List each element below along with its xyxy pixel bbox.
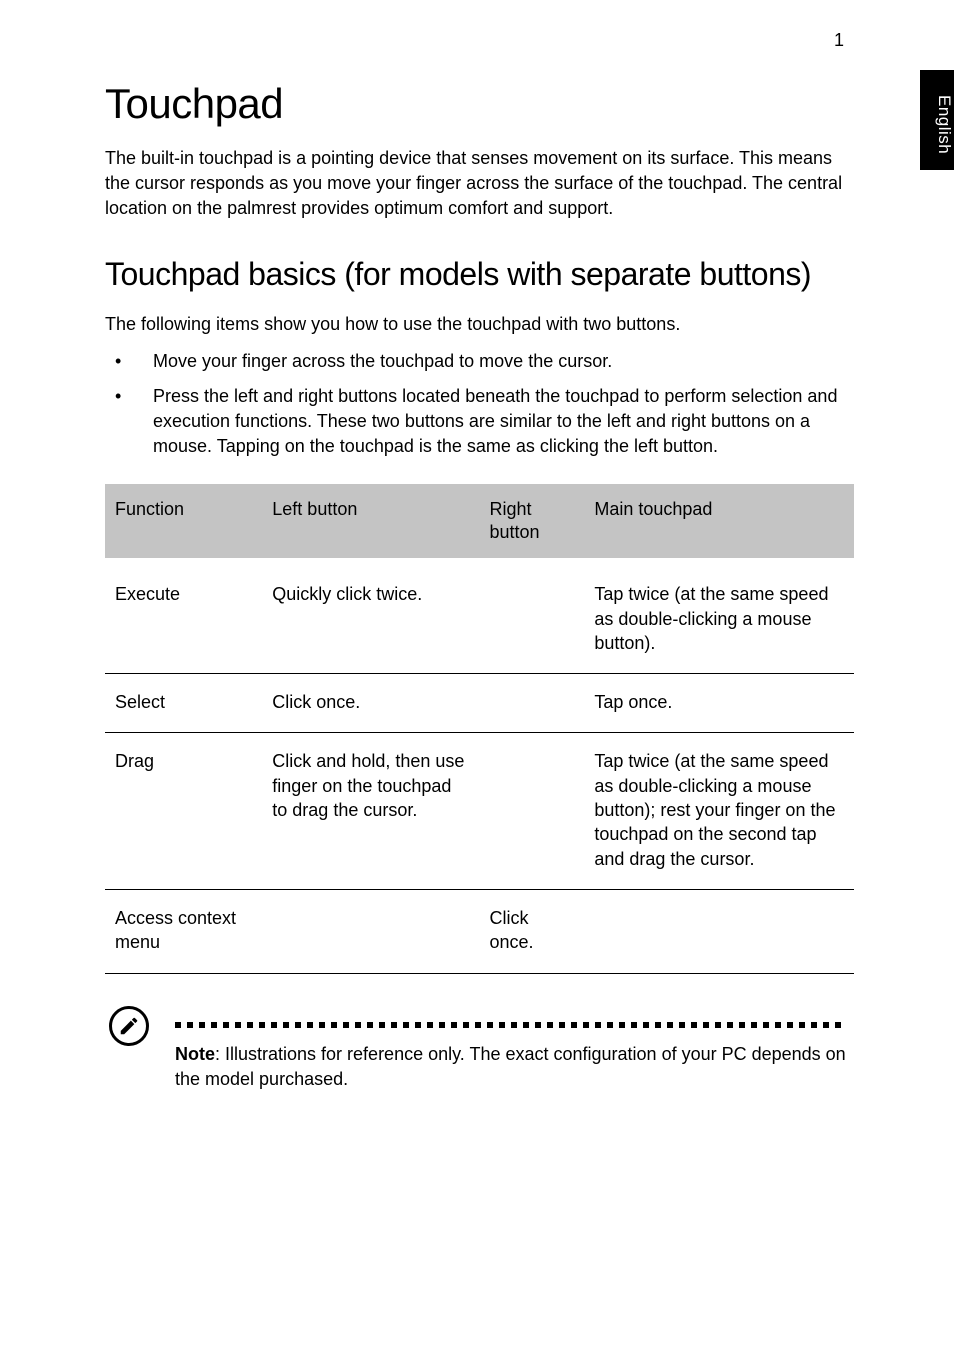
- table-header-left-button: Left button: [262, 484, 479, 559]
- note-label: Note: [175, 1044, 215, 1064]
- page-number: 1: [834, 30, 844, 51]
- document-page: 1 English Touchpad The built-in touchpad…: [0, 0, 954, 1152]
- section-paragraph: The following items show you how to use …: [105, 312, 854, 337]
- note-body: : Illustrations for reference only. The …: [175, 1044, 846, 1089]
- note-icon: [109, 1006, 149, 1046]
- note-icon-wrap: [105, 1004, 175, 1046]
- table-row: Drag Click and hold, then use finger on …: [105, 733, 854, 889]
- table-cell: [584, 889, 854, 973]
- list-item: Move your finger across the touchpad to …: [105, 349, 854, 374]
- table-cell: Access context menu: [105, 889, 262, 973]
- table-cell: Tap twice (at the same speed as double-c…: [584, 558, 854, 673]
- table-cell: Quickly click twice.: [262, 558, 479, 673]
- note-text: Note: Illustrations for reference only. …: [175, 1042, 854, 1092]
- dotted-divider: [175, 1004, 854, 1028]
- table-cell: Click once.: [262, 674, 479, 733]
- intro-paragraph: The built-in touchpad is a pointing devi…: [105, 146, 854, 222]
- page-title: Touchpad: [105, 80, 854, 128]
- touchpad-functions-table: Function Left button Right button Main t…: [105, 484, 854, 974]
- table-header-main-touchpad: Main touchpad: [584, 484, 854, 559]
- table-cell: Drag: [105, 733, 262, 889]
- table-row: Access context menu Click once.: [105, 889, 854, 973]
- table-cell: [479, 733, 584, 889]
- language-tab: English: [920, 70, 954, 170]
- table-cell: [479, 558, 584, 673]
- table-header-right-button: Right button: [479, 484, 584, 559]
- pencil-icon: [118, 1015, 140, 1037]
- bullet-list: Move your finger across the touchpad to …: [105, 349, 854, 460]
- table-cell: Tap twice (at the same speed as double-c…: [584, 733, 854, 889]
- table-cell: [479, 674, 584, 733]
- table-cell: [262, 889, 479, 973]
- list-item: Press the left and right buttons located…: [105, 384, 854, 460]
- note-block: Note: Illustrations for reference only. …: [105, 1004, 854, 1092]
- table-cell: Click and hold, then use finger on the t…: [262, 733, 479, 889]
- table-row: Select Click once. Tap once.: [105, 674, 854, 733]
- table-cell: Select: [105, 674, 262, 733]
- section-heading: Touchpad basics (for models with separat…: [105, 254, 854, 294]
- note-content: Note: Illustrations for reference only. …: [175, 1004, 854, 1092]
- table-cell: Click once.: [479, 889, 584, 973]
- table-header-function: Function: [105, 484, 262, 559]
- table-row: Execute Quickly click twice. Tap twice (…: [105, 558, 854, 673]
- table-cell: Execute: [105, 558, 262, 673]
- table-cell: Tap once.: [584, 674, 854, 733]
